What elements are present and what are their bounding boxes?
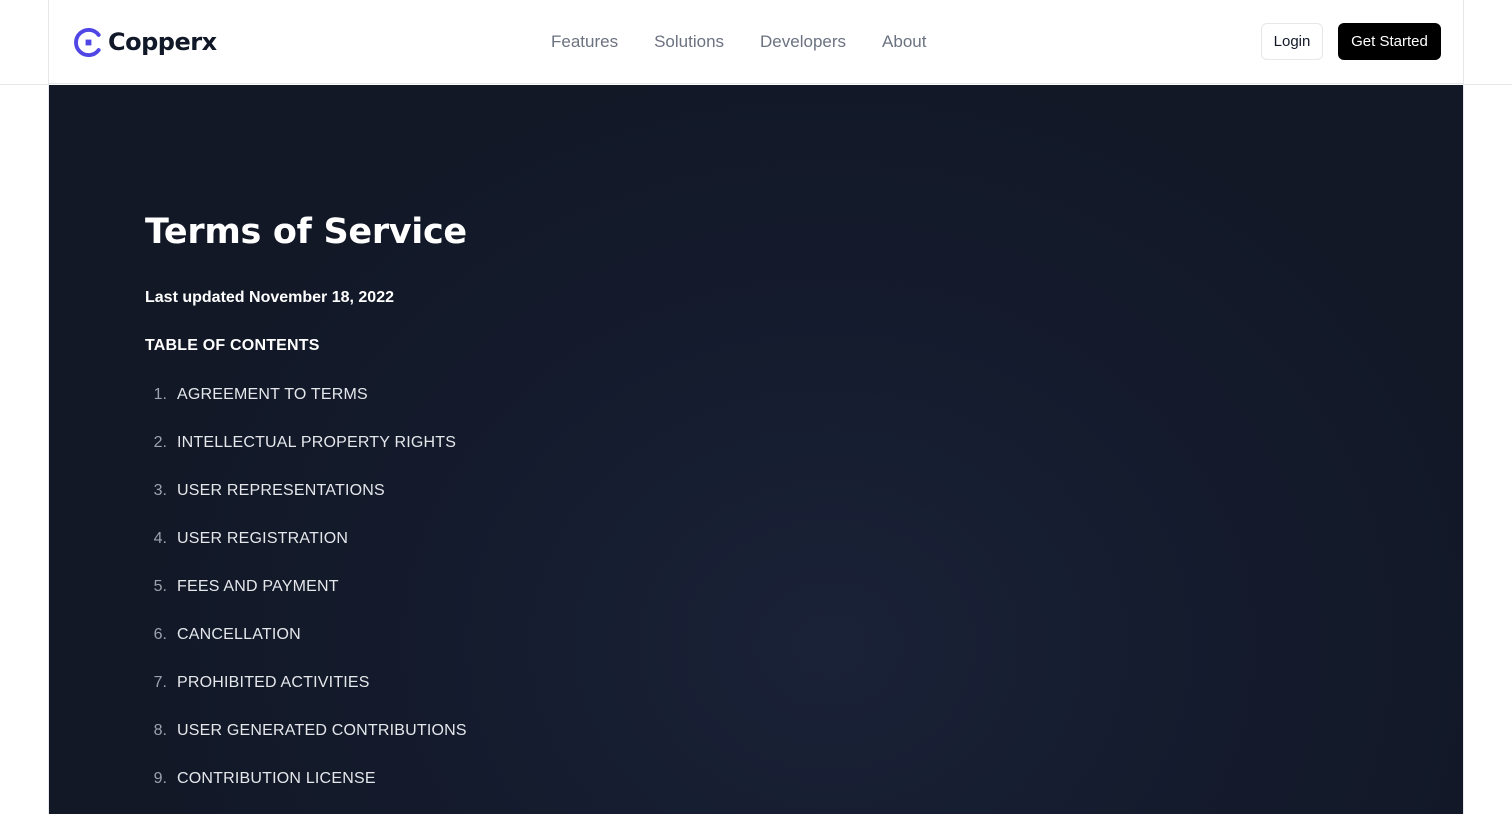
toc-item-number: 8. [153, 722, 167, 739]
toc-link-prohibited-activities[interactable]: PROHIBITED ACTIVITIES [177, 671, 370, 695]
copperx-logo-icon [74, 27, 101, 57]
toc-item-number: 5. [153, 578, 167, 595]
brand-name: Copperx [108, 28, 217, 56]
get-started-button[interactable]: Get Started [1338, 23, 1441, 60]
page-frame: Copperx Features Solutions Developers Ab… [48, 0, 1464, 814]
toc-item-number: 9. [153, 770, 167, 787]
page-title: Terms of Service [145, 212, 467, 252]
toc-item-number: 1. [153, 386, 167, 403]
nav-item-developers[interactable]: Developers [760, 30, 846, 54]
toc-item-number: 6. [153, 626, 167, 643]
toc-link-cancellation[interactable]: CANCELLATION [177, 623, 301, 647]
toc-item-number: 3. [153, 482, 167, 499]
nav-item-solutions[interactable]: Solutions [654, 30, 724, 54]
toc-item: 1. AGREEMENT TO TERMS [145, 383, 467, 431]
toc-item-number: 2. [153, 434, 167, 451]
toc-item: 9. CONTRIBUTION LICENSE [145, 767, 467, 815]
toc-link-agreement-to-terms[interactable]: AGREEMENT TO TERMS [177, 383, 368, 407]
toc-link-user-generated-contributions[interactable]: USER GENERATED CONTRIBUTIONS [177, 719, 467, 743]
toc-item-number: 4. [153, 530, 167, 547]
toc-link-user-representations[interactable]: USER REPRESENTATIONS [177, 479, 385, 503]
toc-link-user-registration[interactable]: USER REGISTRATION [177, 527, 348, 551]
brand-logo[interactable]: Copperx [73, 26, 217, 58]
toc-heading: TABLE OF CONTENTS [145, 337, 320, 354]
terms-section: Terms of Service Last updated November 1… [49, 85, 1463, 814]
top-navigation-bar: Copperx Features Solutions Developers Ab… [49, 0, 1463, 84]
login-button[interactable]: Login [1261, 23, 1323, 60]
main-nav: Features Solutions Developers About [551, 30, 926, 54]
nav-item-features[interactable]: Features [551, 30, 618, 54]
toc-item-number: 7. [153, 674, 167, 691]
table-of-contents: 1. AGREEMENT TO TERMS 2. INTELLECTUAL PR… [145, 383, 467, 815]
toc-link-contribution-license[interactable]: CONTRIBUTION LICENSE [177, 767, 376, 791]
toc-item: 3. USER REPRESENTATIONS [145, 479, 467, 527]
toc-item: 8. USER GENERATED CONTRIBUTIONS [145, 719, 467, 767]
nav-item-about[interactable]: About [882, 30, 926, 54]
toc-item: 6. CANCELLATION [145, 623, 467, 671]
toc-item: 4. USER REGISTRATION [145, 527, 467, 575]
toc-link-fees-and-payment[interactable]: FEES AND PAYMENT [177, 575, 339, 599]
toc-link-intellectual-property-rights[interactable]: INTELLECTUAL PROPERTY RIGHTS [177, 431, 456, 455]
toc-item: 2. INTELLECTUAL PROPERTY RIGHTS [145, 431, 467, 479]
last-updated-text: Last updated November 18, 2022 [145, 289, 394, 306]
toc-item: 7. PROHIBITED ACTIVITIES [145, 671, 467, 719]
toc-item: 5. FEES AND PAYMENT [145, 575, 467, 623]
